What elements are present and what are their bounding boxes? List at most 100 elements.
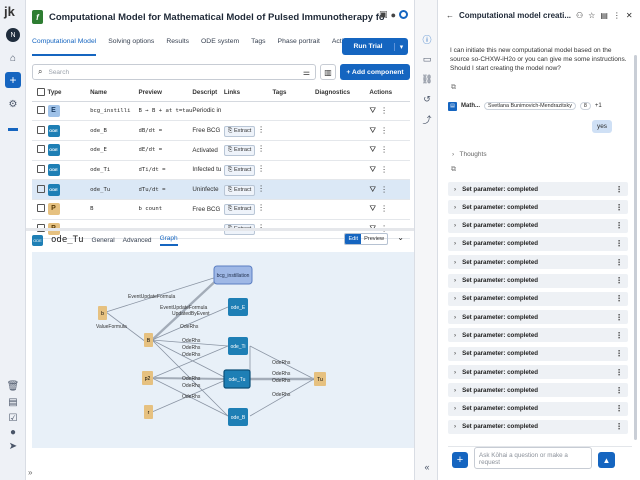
tool-call-row[interactable]: › Set parameter: completed ⋮ <box>448 255 628 270</box>
more-icon[interactable]: ⋮ <box>615 185 623 194</box>
tab-graph[interactable]: Graph <box>159 235 178 246</box>
panel-divider[interactable] <box>26 228 414 231</box>
more-icon[interactable]: ⋮ <box>257 144 265 153</box>
more-icon[interactable]: ⋮ <box>257 164 265 173</box>
extract-button[interactable]: ⎘ Extract <box>223 145 256 157</box>
tool-call-row[interactable]: › Set parameter: completed ⋮ <box>448 218 628 233</box>
more-icon[interactable]: ⋮ <box>257 184 265 193</box>
select-all-checkbox[interactable] <box>37 87 45 96</box>
tab-ode-system[interactable]: ODE system <box>201 38 239 56</box>
extract-button[interactable]: ⎘ Extract <box>223 125 256 137</box>
tool-call-row[interactable]: › Set parameter: completed ⋮ <box>448 328 628 343</box>
col-type[interactable]: Type <box>47 85 91 102</box>
settings-icon[interactable]: ⚙ <box>5 96 21 112</box>
more-icon[interactable]: ⋮ <box>615 294 623 303</box>
expand-panel-icon[interactable]: » <box>26 468 414 480</box>
more-icon[interactable]: ⋮ <box>615 276 623 285</box>
more-count[interactable]: +1 <box>595 103 602 109</box>
app-logo[interactable]: jk <box>4 4 15 19</box>
info-icon[interactable]: ⓘ <box>420 32 434 46</box>
notes-icon[interactable]: ▤ <box>5 394 21 410</box>
trash-icon[interactable]: 🗑 <box>5 378 21 394</box>
collapse-chevron-icon[interactable]: ⌄ <box>397 233 404 242</box>
tab-results[interactable]: Results <box>166 38 189 56</box>
tool-call-row[interactable]: › Set parameter: completed ⋮ <box>448 182 628 196</box>
filter-icon[interactable]: ⛛ <box>369 106 380 115</box>
tab-general[interactable]: General <box>92 237 115 244</box>
filter-icon[interactable]: ⛛ <box>369 126 380 135</box>
comment-icon[interactable]: ▭ <box>420 52 434 66</box>
tool-call-row[interactable]: › Set parameter: completed ⋮ <box>448 200 628 215</box>
save-icon[interactable]: ▣ <box>379 9 388 20</box>
tool-call-row[interactable]: › Set parameter: completed ⋮ <box>448 383 628 398</box>
more-icon[interactable]: ⋮ <box>615 203 623 212</box>
tool-call-row[interactable]: › Set parameter: completed ⋮ <box>448 310 628 325</box>
row-name[interactable]: ode_Tu <box>90 179 139 200</box>
tool-call-row[interactable]: › Set parameter: completed ⋮ <box>448 401 628 416</box>
tool-call-row[interactable]: › Set parameter: completed ⋮ <box>448 236 628 251</box>
tool-call-row[interactable]: › Set parameter: completed ⋮ <box>448 273 628 288</box>
more-icon[interactable]: ⋮ <box>615 258 623 267</box>
table-row[interactable]: PBb count Free BCG ⎘ Extract ⋮ ⛛⋮ <box>32 199 410 220</box>
row-name[interactable]: ode_E <box>90 140 139 161</box>
more-icon[interactable]: ⋮ <box>615 239 623 248</box>
source-card[interactable]: ▤ Math... Svetlana Bunimovich-Mendrazits… <box>448 100 632 112</box>
more-icon[interactable]: ⋮ <box>380 106 392 115</box>
history-icon[interactable]: ↺ <box>420 92 434 106</box>
users-icon[interactable]: ⚇ <box>576 11 583 20</box>
more-icon[interactable]: ⋮ <box>615 404 623 413</box>
more-icon[interactable]: ⋮ <box>380 185 392 194</box>
columns-button[interactable]: ▥ <box>320 64 336 80</box>
filter-icon[interactable]: ⛛ <box>369 204 380 213</box>
table-row[interactable]: ODE ode_E dE/dt = Activated ⎘ Extract ⋮ ⛛⋮ <box>32 140 410 161</box>
filter-icon[interactable]: ⛛ <box>369 165 380 174</box>
more-icon[interactable]: ⋮ <box>380 145 392 154</box>
thoughts-toggle[interactable]: › Thoughts <box>452 151 487 158</box>
preview-toggle[interactable]: Preview <box>361 234 387 244</box>
extract-button[interactable]: ⎘ Extract <box>223 184 256 196</box>
send-button[interactable]: ▲ <box>598 452 615 468</box>
tab-computational-model[interactable]: Computational Model <box>32 38 97 56</box>
extract-button[interactable]: ⎘ Extract <box>223 164 256 176</box>
add-component-button[interactable]: + Add component <box>340 64 410 80</box>
tool-call-row[interactable]: › Set parameter: completed ⋮ <box>448 346 628 361</box>
row-checkbox[interactable] <box>37 204 45 213</box>
more-icon[interactable]: ⋮ <box>615 368 623 377</box>
row-name[interactable]: ode_Ti <box>90 160 139 181</box>
more-icon[interactable]: ⋮ <box>380 165 392 174</box>
tab-tags[interactable]: Tags <box>251 38 265 56</box>
more-icon[interactable]: ⋮ <box>257 125 265 134</box>
tool-call-row[interactable]: › Set parameter: completed ⋮ <box>448 419 628 434</box>
table-row[interactable]: ODE ode_Tu dTu/dt = Uninfecte ⎘ Extract ⋮ ⛛⋮ <box>32 179 410 200</box>
link-icon[interactable]: ⛓ <box>420 72 434 86</box>
collapse-left-icon[interactable]: « <box>420 460 434 474</box>
extract-button[interactable]: ⎘ Extract <box>223 204 256 216</box>
search-input[interactable]: ⌕ Search ⚌ <box>32 64 316 80</box>
filter-icon[interactable]: ⛛ <box>369 185 380 194</box>
tab-phase-portrait[interactable]: Phase portrait <box>278 38 320 56</box>
more-icon[interactable]: ⋮ <box>615 313 623 322</box>
copy-icon[interactable]: ⧉ <box>451 84 456 92</box>
more-icon[interactable]: ⋮ <box>613 11 621 20</box>
more-icon[interactable]: ⋮ <box>380 126 392 135</box>
create-button[interactable]: + <box>5 72 21 88</box>
tool-call-row[interactable]: › Set parameter: completed ⋮ <box>448 291 628 306</box>
count-chip[interactable]: 8 <box>579 102 591 110</box>
tab-solving-options[interactable]: Solving options <box>108 38 154 56</box>
row-checkbox[interactable] <box>37 105 45 114</box>
filter-sliders-icon[interactable]: ⚌ <box>303 68 310 77</box>
row-name[interactable]: ode_B <box>90 120 139 141</box>
user-avatar[interactable]: N <box>6 28 20 42</box>
table-row[interactable]: ODE ode_B dB/dt = Free BCG ⎘ Extract ⋮ ⛛⋮ <box>32 120 410 141</box>
folder-icon[interactable]: ▬ <box>5 120 21 136</box>
send-icon[interactable]: ➤ <box>5 438 21 454</box>
author-chip[interactable]: Svetlana Bunimovich-Mendrazitsky <box>484 102 576 110</box>
attach-button[interactable]: + <box>452 452 468 468</box>
filter-icon[interactable]: ⛛ <box>369 145 380 154</box>
new-chat-icon[interactable]: ▤ <box>600 11 608 20</box>
row-checkbox[interactable] <box>37 164 45 173</box>
chat-input[interactable]: Ask Kōhai a question or make a request <box>474 447 592 469</box>
chat-scrollbar[interactable] <box>634 55 637 440</box>
home-icon[interactable]: ⌂ <box>5 50 21 66</box>
more-icon[interactable]: ⋮ <box>257 203 265 212</box>
